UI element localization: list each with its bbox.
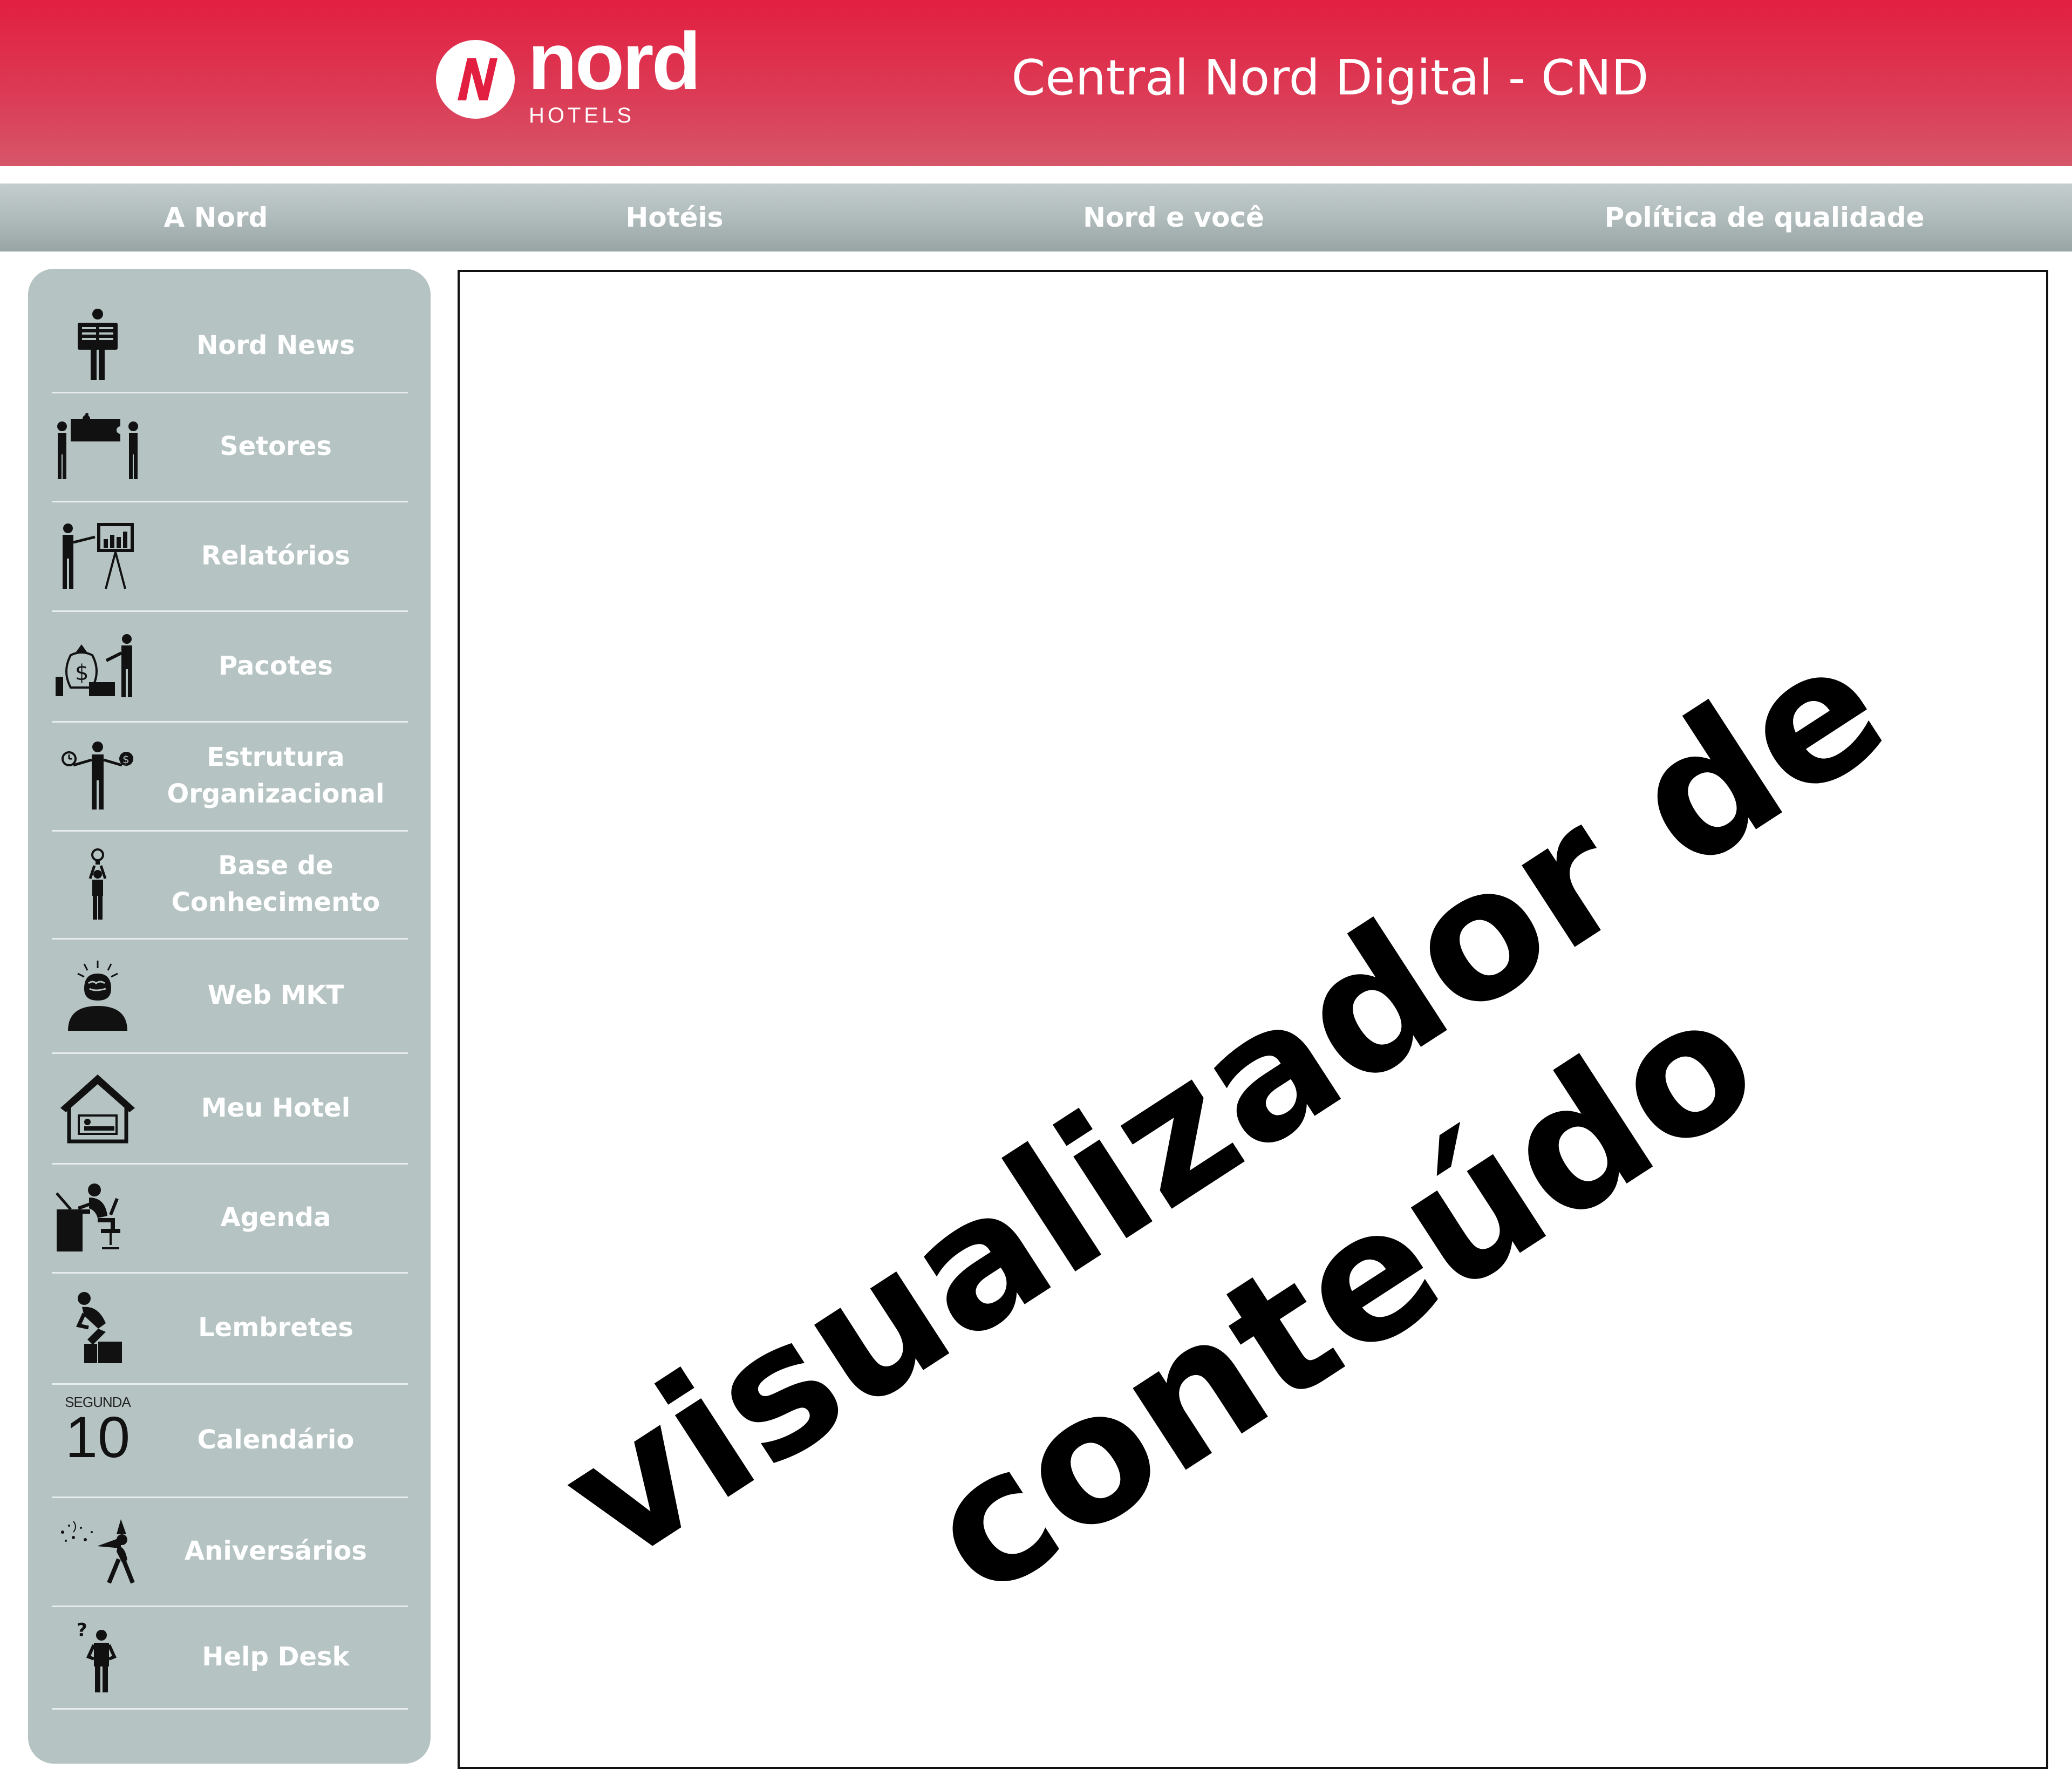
sidebar-item-label: Help Desk: [202, 1642, 350, 1672]
svg-text:$: $: [122, 753, 130, 766]
sidebar-item-label: Nord News: [196, 330, 355, 360]
thinker-icon: [52, 1272, 144, 1383]
brain-idea-icon: [52, 938, 144, 1052]
content-viewer[interactable]: visualizador de conteúdo: [458, 270, 2048, 1769]
svg-text:?: ?: [77, 1620, 87, 1641]
nord-hotels-logo[interactable]: nord HOTELS: [436, 21, 701, 130]
logo-mark-icon: [436, 40, 515, 119]
logo-wordmark: nord: [528, 16, 701, 106]
top-navigation: A Nord Hotéis Nord e você Política de qu…: [0, 183, 2072, 251]
calendar-day-number: 10: [65, 1404, 131, 1470]
sidebar-item-estrutura-organizacional[interactable]: $ Estrutura Organizacional: [52, 721, 408, 832]
sidebar-item-help-desk[interactable]: ? Help Desk: [52, 1606, 408, 1710]
header-bar: nord HOTELS Central Nord Digital - CND: [0, 0, 2072, 166]
sidebar: Nord News Setores Relatórios $ Pacotes $…: [28, 269, 431, 1764]
sidebar-item-meu-hotel[interactable]: Meu Hotel: [52, 1052, 408, 1165]
sidebar-item-agenda[interactable]: Agenda: [52, 1163, 408, 1274]
party-horn-icon: [52, 1496, 144, 1606]
question-person-icon: ?: [52, 1606, 144, 1708]
presentation-chart-icon: [52, 501, 144, 610]
sidebar-item-base-de-conhecimento[interactable]: Base de Conhecimento: [52, 830, 408, 940]
sidebar-item-label: Base de Conhecimento: [171, 851, 380, 917]
nav-nord-e-voce[interactable]: Nord e você: [1012, 183, 1335, 251]
sidebar-item-relatorios[interactable]: Relatórios: [52, 501, 408, 612]
svg-text:$: $: [75, 661, 88, 685]
sidebar-item-lembretes[interactable]: Lembretes: [52, 1272, 408, 1385]
house-bed-icon: [52, 1052, 144, 1163]
sidebar-item-label: Aniversários: [185, 1536, 367, 1566]
newspaper-reader-icon: [52, 298, 144, 392]
puzzle-team-icon: [52, 392, 144, 501]
sidebar-item-label: Calendário: [197, 1425, 355, 1455]
nav-hoteis[interactable]: Hotéis: [567, 183, 782, 251]
sidebar-item-setores[interactable]: Setores: [52, 392, 408, 502]
viewer-placeholder-text: visualizador de conteúdo: [523, 598, 2037, 1767]
sidebar-item-aniversarios[interactable]: Aniversários: [52, 1496, 408, 1607]
sidebar-item-label: Relatórios: [201, 540, 350, 571]
sidebar-item-label: Web MKT: [207, 980, 344, 1010]
sidebar-item-calendario[interactable]: SEGUNDA 10 Calendário: [52, 1383, 408, 1498]
money-bag-icon: $: [52, 610, 144, 721]
site-title: Central Nord Digital - CND: [1011, 50, 1649, 106]
nav-a-nord[interactable]: A Nord: [108, 183, 324, 251]
sidebar-item-pacotes[interactable]: $ Pacotes: [52, 610, 408, 723]
nav-politica-de-qualidade[interactable]: Política de qualidade: [1549, 183, 1980, 251]
desk-worker-icon: [52, 1163, 144, 1272]
calendar-date-icon: SEGUNDA 10: [52, 1383, 144, 1496]
sidebar-item-web-mkt[interactable]: Web MKT: [52, 938, 408, 1054]
sidebar-item-label: Agenda: [220, 1202, 331, 1233]
lightbulb-person-icon: [52, 830, 144, 938]
balance-time-money-icon: $: [52, 721, 144, 830]
sidebar-item-label: Estrutura Organizacional: [167, 742, 385, 809]
sidebar-item-label: Meu Hotel: [201, 1092, 351, 1123]
sidebar-item-label: Lembretes: [198, 1312, 353, 1343]
sidebar-item-label: Setores: [220, 431, 332, 461]
sidebar-item-label: Pacotes: [219, 650, 333, 681]
sidebar-item-nord-news[interactable]: Nord News: [52, 298, 408, 393]
logo-subtitle: HOTELS: [529, 104, 635, 127]
